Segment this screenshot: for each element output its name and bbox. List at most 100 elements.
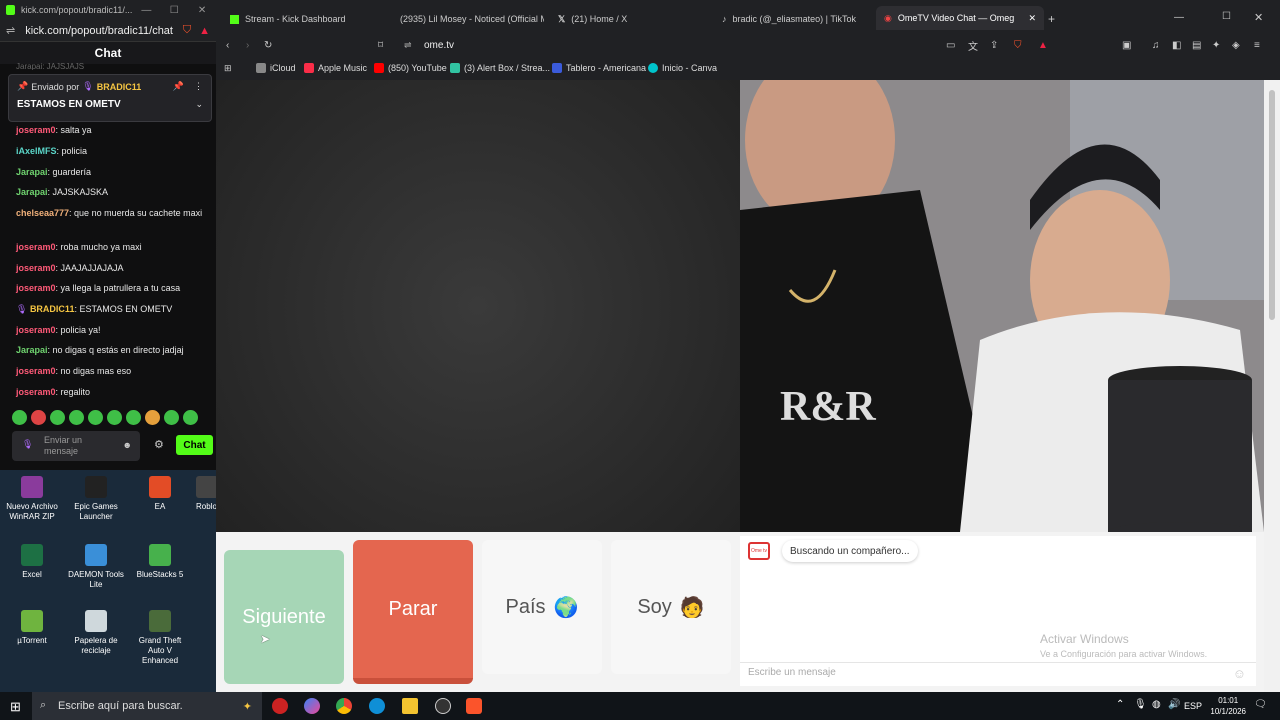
close-window-icon[interactable]: ✕ [1254,11,1263,24]
brave-rewards-icon[interactable]: ▲ [1038,40,1048,51]
emote-icon[interactable] [88,410,103,425]
windows-start-icon[interactable]: ⊞ [10,699,21,715]
emote-icon[interactable] [183,410,198,425]
wallet-icon[interactable]: ▤ [1192,40,1201,51]
chat-username[interactable]: joseram0 [16,242,56,252]
brave-rewards-icon[interactable]: ▲ [199,25,210,37]
back-icon[interactable]: ‹ [226,40,229,51]
chat-username[interactable]: joseram0 [16,263,56,273]
file-explorer-icon[interactable] [402,698,418,714]
new-tab-icon[interactable]: + [1048,12,1055,26]
emote-icon[interactable] [31,410,46,425]
chat-username[interactable]: joseram0 [16,325,56,335]
apps-grid-icon[interactable]: ⊞ [224,63,232,74]
leo-ai-icon[interactable]: ✦ [1212,40,1220,51]
bookmark-youtube[interactable]: (850) YouTube [374,63,447,73]
emote-icon[interactable] [50,410,65,425]
chat-username[interactable]: joseram0 [16,283,56,293]
chevron-down-icon[interactable]: ⌄ [195,99,203,110]
desktop-icon[interactable]: µTorrent [2,610,62,646]
country-button[interactable]: País 🌍 [482,540,602,674]
app-icon[interactable] [272,698,288,714]
ometv-message-input[interactable]: Escribe un mensaje ☺ [740,662,1256,686]
emoji-icon[interactable]: ☺ [1233,666,1246,681]
tab-youtube[interactable]: (2935) Lil Mosey - Noticed (Official M [394,8,544,30]
brave-shield-icon[interactable]: ⛉ [183,24,191,37]
desktop-icon[interactable]: Excel [2,544,62,580]
notifications-icon[interactable]: 🗨 [1254,699,1267,710]
address-bar-url[interactable]: ome.tv [424,40,454,51]
chat-username[interactable]: Jarapai [16,187,48,197]
unpin-icon[interactable]: 📌 [173,81,184,92]
bookmark-apple-music[interactable]: Apple Music [304,63,367,73]
page-scrollbar[interactable] [1264,80,1280,692]
bookmark-alertbox[interactable]: (3) Alert Box / Strea... [450,63,550,73]
chat-username[interactable]: iAxelMFS [16,146,57,156]
chat-username[interactable]: Jarapai [16,345,48,355]
desktop-icon[interactable]: Nuevo Archivo WinRAR ZIP [2,476,62,522]
chat-username[interactable]: chelseaa777 [16,208,69,218]
pinned-message[interactable]: 📌 Enviado por 🎙 BRADIC11 📌 ⋮ ESTAMOS EN … [8,74,212,122]
desktop-icon[interactable]: Epic Games Launcher [66,476,126,522]
close-tab-icon[interactable]: ✕ [1028,13,1036,24]
media-icon[interactable]: ♫ [1152,40,1160,51]
sidebar-icon[interactable]: ▣ [1122,40,1131,51]
desktop-icon[interactable]: Grand Theft Auto V Enhanced [130,610,190,666]
system-clock[interactable]: 01:01 10/1/2026 [1210,695,1246,717]
share-icon[interactable]: ⇪ [990,40,998,51]
emote-icon[interactable] [126,410,141,425]
emote-icon[interactable] [69,410,84,425]
minimize-icon[interactable]: — [1174,12,1184,23]
taskbar-search[interactable]: ⌕ Escribe aquí para buscar. ✦ [32,692,262,720]
popout-address-bar[interactable]: ⇌ kick.com/popout/bradic11/chat ⛉ ▲ [0,20,216,42]
desktop-icon[interactable]: Roblo [196,476,216,512]
microphone-icon[interactable]: 🎙 [1134,699,1147,710]
next-button[interactable]: Siguiente [224,550,344,684]
network-icon[interactable]: ◍ [1152,699,1161,710]
emote-icon[interactable] [164,410,179,425]
gender-button[interactable]: Soy 🧑 [611,540,731,674]
reading-list-icon[interactable]: ◧ [1172,40,1181,51]
emote-icon[interactable] [12,410,27,425]
forward-icon[interactable]: › [246,40,249,51]
brave-shield-icon[interactable]: ⛉ [1014,40,1022,51]
obs-icon[interactable] [435,698,451,714]
desktop-icon[interactable]: EA [130,476,190,512]
bookmark-americana[interactable]: Tablero - Americana [552,63,646,73]
audio-playing-icon[interactable]: ◉ [884,13,892,24]
vpn-icon[interactable]: ◈ [1232,40,1240,51]
volume-icon[interactable]: 🔊 [1168,699,1180,710]
cast-icon[interactable]: ▭ [946,40,955,51]
reload-icon[interactable]: ↻ [264,40,272,51]
chat-username[interactable]: joseram0 [16,387,56,397]
site-info-icon[interactable]: ⇌ [404,40,412,51]
chat-username[interactable]: Jarapai [16,167,48,177]
minimize-icon[interactable]: — [132,5,160,16]
emote-icon[interactable] [107,410,122,425]
tray-chevron-icon[interactable]: ⌃ [1116,699,1124,710]
bookmark-canva[interactable]: Inicio - Canva [648,63,717,73]
chat-settings-icon[interactable]: ⚙ [154,438,164,451]
site-settings-icon[interactable]: ⇌ [6,24,15,37]
emote-icon[interactable] [145,410,160,425]
maximize-icon[interactable]: ☐ [160,5,188,16]
brave-icon[interactable] [466,698,482,714]
more-options-icon[interactable]: ⋮ [194,81,203,92]
maximize-icon[interactable]: ☐ [1222,11,1231,22]
bookmark-icloud[interactable]: iCloud [256,63,296,73]
chrome-icon[interactable] [336,698,352,714]
translate-icon[interactable]: 文 [968,38,978,53]
stop-button[interactable]: Parar [353,540,473,684]
menu-icon[interactable]: ≡ [1254,40,1260,51]
desktop-icon[interactable]: BlueStacks 5 [130,544,190,580]
chat-send-button[interactable]: Chat [176,435,213,455]
copilot-icon[interactable] [304,698,320,714]
language-indicator[interactable]: ESP [1184,701,1202,711]
tab-ometv[interactable]: ◉ OmeTV Video Chat — Omeg ✕ [876,6,1044,30]
chat-message-input[interactable]: 🎙 Enviar un mensaje ☻ [12,431,140,461]
scrollbar-thumb[interactable] [1269,90,1275,320]
tab-kick-dashboard[interactable]: Stream - Kick Dashboard [230,8,380,30]
chat-username[interactable]: joseram0 [16,366,56,376]
chat-username[interactable]: joseram0 [16,125,56,135]
desktop-icon[interactable]: Papelera de reciclaje [66,610,126,656]
